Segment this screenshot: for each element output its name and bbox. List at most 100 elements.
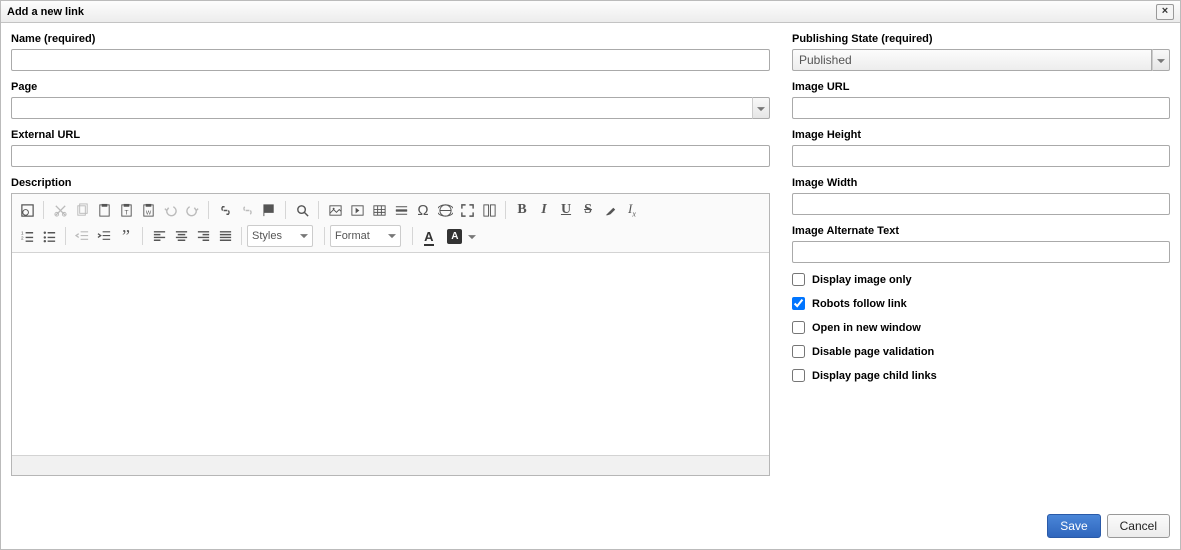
name-input[interactable] <box>11 49 770 71</box>
left-column: Name (required) Page External URL Descri… <box>11 33 770 511</box>
undo-icon[interactable] <box>159 199 181 221</box>
image-width-input[interactable] <box>792 193 1170 215</box>
dialog: Add a new link × Name (required) Page Ex… <box>0 0 1181 550</box>
text-color-button[interactable]: A <box>418 225 440 247</box>
svg-text:T: T <box>124 209 128 216</box>
show-blocks-icon[interactable] <box>478 199 500 221</box>
indent-icon[interactable] <box>93 225 115 247</box>
field-description: Description T W <box>11 177 770 476</box>
special-char-icon[interactable]: Ω <box>412 199 434 221</box>
page-dropdown-button[interactable] <box>752 97 770 119</box>
publishing-state-dropdown-button[interactable] <box>1152 49 1170 71</box>
iframe-icon[interactable] <box>434 199 456 221</box>
robots-follow-checkbox[interactable] <box>792 297 805 310</box>
maximize-icon[interactable] <box>456 199 478 221</box>
chevron-down-icon <box>300 230 308 242</box>
source-icon[interactable] <box>16 199 38 221</box>
page-label: Page <box>11 81 770 93</box>
external-url-label: External URL <box>11 129 770 141</box>
paste-text-icon[interactable]: T <box>115 199 137 221</box>
robots-follow-label: Robots follow link <box>812 298 907 310</box>
table-icon[interactable] <box>368 199 390 221</box>
dialog-title: Add a new link <box>7 6 1156 18</box>
redo-icon[interactable] <box>181 199 203 221</box>
rich-text-editor: T W <box>11 193 770 476</box>
field-page: Page <box>11 81 770 119</box>
image-icon[interactable] <box>324 199 346 221</box>
bold-button[interactable]: B <box>511 199 533 221</box>
bullet-list-icon[interactable] <box>38 225 60 247</box>
publishing-state-select[interactable]: Published <box>792 49 1152 71</box>
align-left-icon[interactable] <box>148 225 170 247</box>
description-label: Description <box>11 177 770 189</box>
dialog-body: Name (required) Page External URL Descri… <box>1 23 1180 511</box>
dialog-footer: Save Cancel <box>1 511 1180 549</box>
checkbox-child-links: Display page child links <box>792 369 1170 382</box>
field-image-url: Image URL <box>792 81 1170 119</box>
external-url-input[interactable] <box>11 145 770 167</box>
chevron-down-icon <box>757 101 765 115</box>
flash-icon[interactable] <box>346 199 368 221</box>
disable-validation-checkbox[interactable] <box>792 345 805 358</box>
field-image-height: Image Height <box>792 129 1170 167</box>
chevron-down-icon <box>468 229 476 243</box>
editor-status-bar <box>12 455 769 475</box>
blockquote-icon[interactable]: ” <box>115 225 137 247</box>
paste-icon[interactable] <box>93 199 115 221</box>
outdent-icon[interactable] <box>71 225 93 247</box>
page-input[interactable] <box>11 97 752 119</box>
image-height-input[interactable] <box>792 145 1170 167</box>
strike-button[interactable]: S <box>577 199 599 221</box>
underline-button[interactable]: U <box>555 199 577 221</box>
svg-text:2: 2 <box>20 235 23 240</box>
anchor-icon[interactable] <box>258 199 280 221</box>
right-column: Publishing State (required) Published Im… <box>792 33 1170 511</box>
link-icon[interactable] <box>214 199 236 221</box>
format-dropdown[interactable]: Format <box>330 225 401 247</box>
new-window-label: Open in new window <box>812 322 921 334</box>
field-image-alt: Image Alternate Text <box>792 225 1170 263</box>
chevron-down-icon <box>388 230 396 242</box>
child-links-label: Display page child links <box>812 370 937 382</box>
image-alt-input[interactable] <box>792 241 1170 263</box>
image-height-label: Image Height <box>792 129 1170 141</box>
italic-button[interactable]: I <box>533 199 555 221</box>
remove-format-icon[interactable]: Ix <box>621 199 643 221</box>
copy-icon[interactable] <box>71 199 93 221</box>
field-external-url: External URL <box>11 129 770 167</box>
display-image-only-checkbox[interactable] <box>792 273 805 286</box>
save-button[interactable]: Save <box>1047 514 1100 538</box>
close-button[interactable]: × <box>1156 4 1174 20</box>
highlight-icon[interactable] <box>599 199 621 221</box>
image-url-input[interactable] <box>792 97 1170 119</box>
numbered-list-icon[interactable]: 12 <box>16 225 38 247</box>
new-window-checkbox[interactable] <box>792 321 805 334</box>
align-center-icon[interactable] <box>170 225 192 247</box>
chevron-down-icon <box>1157 53 1165 67</box>
align-justify-icon[interactable] <box>214 225 236 247</box>
publishing-state-label: Publishing State (required) <box>792 33 1170 45</box>
close-icon: × <box>1162 6 1168 17</box>
checkbox-display-image-only: Display image only <box>792 273 1170 286</box>
editor-content-area[interactable] <box>12 253 769 455</box>
checkbox-disable-validation: Disable page validation <box>792 345 1170 358</box>
styles-dropdown[interactable]: Styles <box>247 225 313 247</box>
bg-color-button[interactable]: A <box>444 225 466 247</box>
hr-icon[interactable] <box>390 199 412 221</box>
align-right-icon[interactable] <box>192 225 214 247</box>
svg-text:W: W <box>145 210 151 216</box>
image-width-label: Image Width <box>792 177 1170 189</box>
unlink-icon[interactable] <box>236 199 258 221</box>
checkbox-robots-follow: Robots follow link <box>792 297 1170 310</box>
field-publishing-state: Publishing State (required) Published <box>792 33 1170 71</box>
cut-icon[interactable] <box>49 199 71 221</box>
paste-word-icon[interactable]: W <box>137 199 159 221</box>
child-links-checkbox[interactable] <box>792 369 805 382</box>
name-label: Name (required) <box>11 33 770 45</box>
disable-validation-label: Disable page validation <box>812 346 934 358</box>
image-url-label: Image URL <box>792 81 1170 93</box>
find-icon[interactable] <box>291 199 313 221</box>
editor-toolbar: T W <box>12 194 769 253</box>
cancel-button[interactable]: Cancel <box>1107 514 1170 538</box>
field-name: Name (required) <box>11 33 770 71</box>
